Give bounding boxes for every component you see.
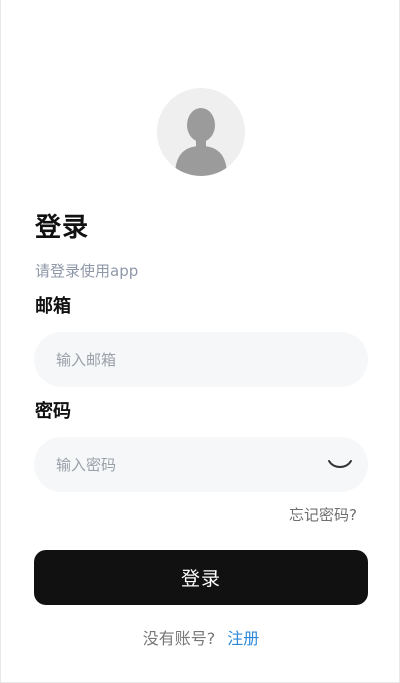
- page-subtitle: 请登录使用app: [35, 262, 139, 280]
- password-label: 密码: [35, 401, 71, 422]
- email-field-container: [34, 332, 368, 387]
- email-input[interactable]: [34, 332, 368, 387]
- login-button[interactable]: 登录: [34, 550, 368, 605]
- forgot-password-link[interactable]: 忘记密码?: [289, 504, 357, 526]
- password-input[interactable]: [34, 437, 368, 492]
- avatar: [157, 88, 245, 176]
- page-title: 登录: [35, 213, 90, 243]
- eye-closed-icon[interactable]: [326, 450, 354, 478]
- no-account-text: 没有账号?: [142, 629, 216, 648]
- email-label: 邮箱: [35, 296, 71, 317]
- user-silhouette-icon: [175, 108, 227, 176]
- login-screen: 登录 请登录使用app 邮箱 密码 忘记密码? 登录 没有账号? 注册: [0, 0, 400, 683]
- register-prompt: 没有账号? 注册: [1, 627, 400, 651]
- register-link[interactable]: 注册: [227, 629, 259, 648]
- password-field-container: [34, 437, 368, 492]
